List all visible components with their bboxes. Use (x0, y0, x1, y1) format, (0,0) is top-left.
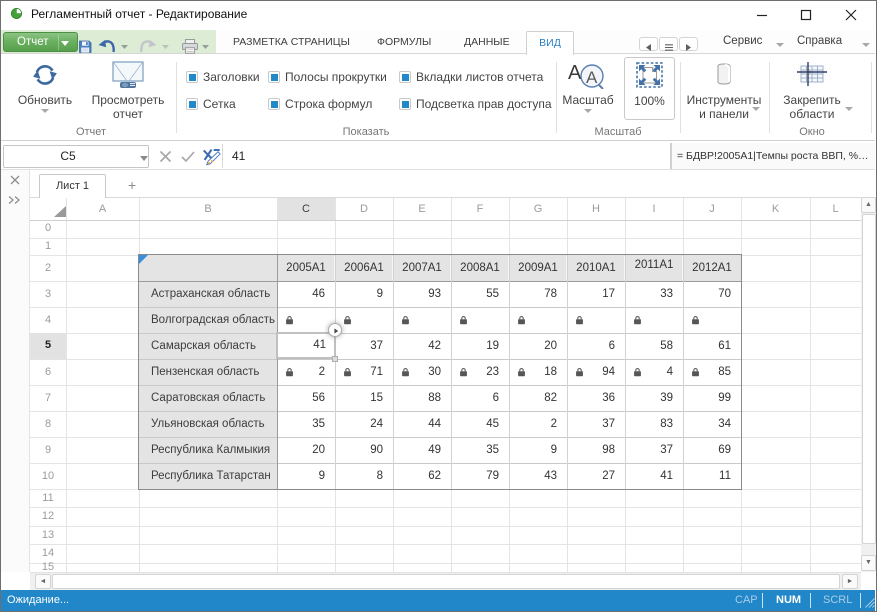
svg-text:A: A (568, 62, 582, 84)
svg-text:A: A (586, 68, 598, 87)
